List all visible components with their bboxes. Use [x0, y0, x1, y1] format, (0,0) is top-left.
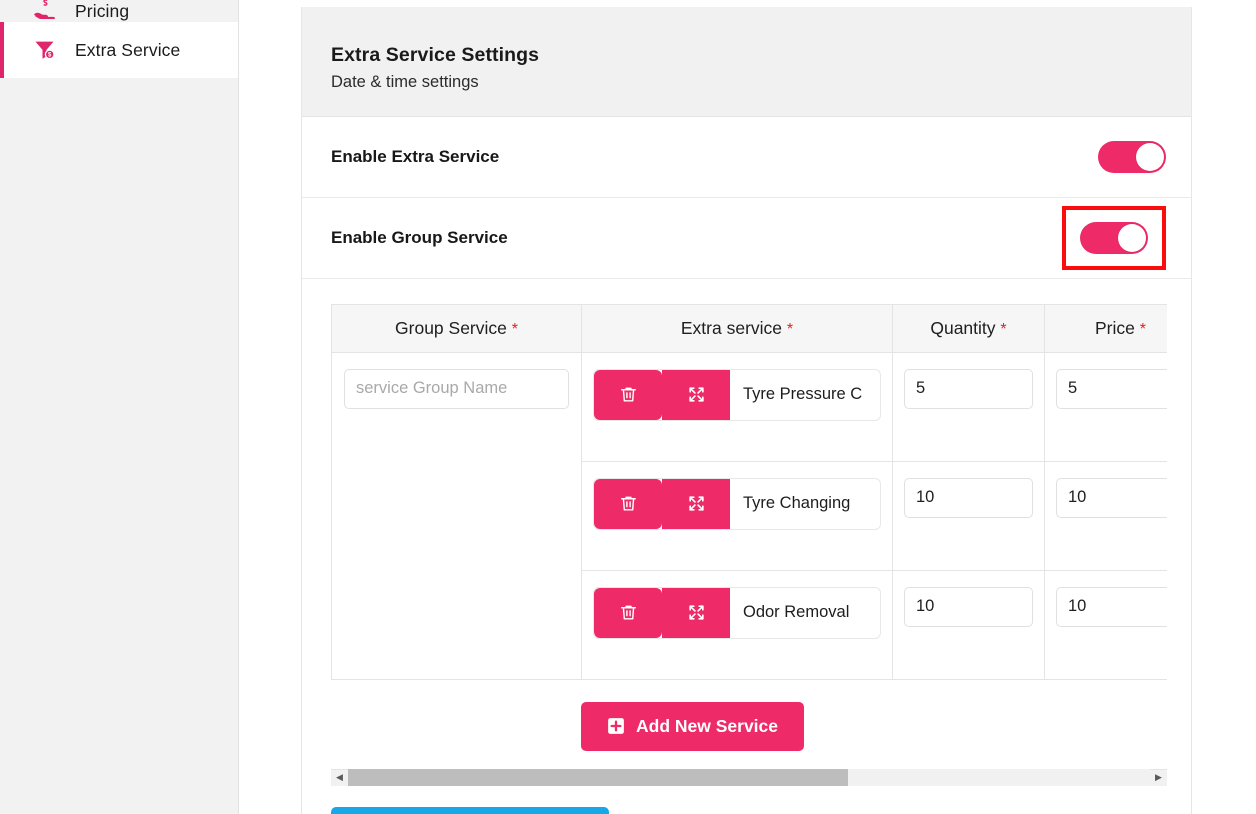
cell-quantity — [892, 460, 1045, 571]
add-new-service-label: Add New Service — [636, 715, 778, 736]
column-header-group-service: Group Service * — [331, 303, 582, 353]
card-header: Extra Service Settings Date & time setti… — [302, 7, 1191, 117]
quantity-input[interactable] — [904, 368, 1033, 409]
delete-service-button[interactable] — [594, 587, 662, 638]
service-name-label: Tyre Changing — [743, 494, 851, 513]
group-service-table-area: Group Service * Extra service * Quantity… — [302, 279, 1191, 814]
quantity-input[interactable] — [904, 586, 1033, 627]
cell-quantity — [892, 569, 1045, 680]
move-service-button[interactable] — [662, 369, 730, 420]
move-service-button[interactable] — [662, 478, 730, 529]
add-new-group-service-row: Add New Group Service — [302, 786, 1191, 814]
quantity-input[interactable] — [904, 477, 1033, 518]
add-new-group-service-button[interactable]: Add New Group Service — [331, 806, 610, 814]
move-service-button[interactable] — [662, 587, 730, 638]
toggle-wrap-extra-service — [1098, 140, 1166, 173]
group-service-table: Group Service * Extra service * Quantity… — [331, 303, 1167, 680]
sidebar-item-label: Pricing — [75, 1, 130, 21]
main-content: Extra Service Settings Date & time setti… — [239, 0, 1256, 814]
scroll-left-arrow-icon[interactable]: ◀ — [331, 769, 348, 786]
scrollbar-track[interactable] — [348, 769, 1150, 787]
price-input[interactable] — [1056, 477, 1167, 518]
toggle-knob — [1118, 223, 1146, 252]
sidebar-item-label: Extra Service — [75, 39, 181, 60]
table-row: Tyre Pressure C — [331, 351, 1167, 680]
cell-price — [1044, 351, 1167, 462]
table-header-row: Group Service * Extra service * Quantity… — [331, 303, 1167, 353]
app-root: Pricing $ Extra Service Extra Service Se… — [0, 0, 1256, 814]
page-subtitle: Date & time settings — [331, 73, 479, 92]
toggle-enable-group-service[interactable] — [1080, 221, 1148, 254]
service-item: Tyre Pressure C — [593, 368, 881, 421]
column-header-extra-service: Extra service * — [581, 303, 893, 353]
price-input[interactable] — [1056, 368, 1167, 409]
price-input[interactable] — [1056, 586, 1167, 627]
service-item: Odor Removal — [593, 586, 881, 639]
setting-label: Enable Group Service — [331, 227, 508, 247]
required-asterisk: * — [1139, 320, 1146, 338]
cell-group-service — [331, 351, 582, 680]
service-name-label: Tyre Pressure C — [743, 385, 863, 404]
delete-service-button[interactable] — [594, 478, 662, 529]
delete-service-button[interactable] — [594, 369, 662, 420]
sidebar-item-pricing[interactable]: Pricing — [0, 0, 238, 22]
column-header-price: Price * — [1044, 303, 1167, 353]
cell-quantity — [892, 351, 1045, 462]
cell-extra-service: Odor Removal — [581, 569, 893, 680]
setting-row-enable-extra-service: Enable Extra Service — [302, 117, 1191, 198]
scroll-right-arrow-icon[interactable]: ▶ — [1150, 769, 1167, 786]
cell-extra-service: Tyre Changing — [581, 460, 893, 571]
table-scroll-container: Group Service * Extra service * Quantity… — [331, 303, 1167, 769]
required-asterisk: * — [786, 320, 794, 338]
page-title: Extra Service Settings — [331, 44, 540, 66]
setting-row-enable-group-service: Enable Group Service — [302, 198, 1191, 279]
add-new-service-row: Add New Service — [331, 680, 1167, 769]
plus-square-icon — [607, 717, 625, 735]
sidebar: Pricing $ Extra Service — [0, 0, 239, 814]
toggle-knob — [1136, 142, 1164, 171]
required-asterisk: * — [511, 320, 518, 338]
cell-price — [1044, 460, 1167, 571]
add-new-service-button[interactable]: Add New Service — [581, 701, 804, 751]
column-header-quantity: Quantity * — [892, 303, 1045, 353]
highlight-box-group-service-toggle — [1062, 205, 1166, 270]
toggle-enable-extra-service[interactable] — [1098, 140, 1166, 173]
sidebar-item-extra-service[interactable]: $ Extra Service — [0, 22, 238, 78]
scrollbar-thumb[interactable] — [348, 769, 848, 787]
extra-service-card: Extra Service Settings Date & time setti… — [301, 7, 1192, 814]
funnel-dollar-icon: $ — [33, 38, 57, 62]
cell-extra-service: Tyre Pressure C — [581, 351, 893, 462]
service-name-label: Odor Removal — [743, 603, 850, 622]
hand-dollar-icon — [33, 0, 57, 22]
service-item: Tyre Changing — [593, 477, 881, 530]
horizontal-scrollbar[interactable]: ◀ ▶ — [331, 768, 1167, 787]
setting-label: Enable Extra Service — [331, 146, 500, 166]
cell-price — [1044, 569, 1167, 680]
group-service-name-input[interactable] — [344, 368, 569, 409]
required-asterisk: * — [1000, 320, 1007, 338]
